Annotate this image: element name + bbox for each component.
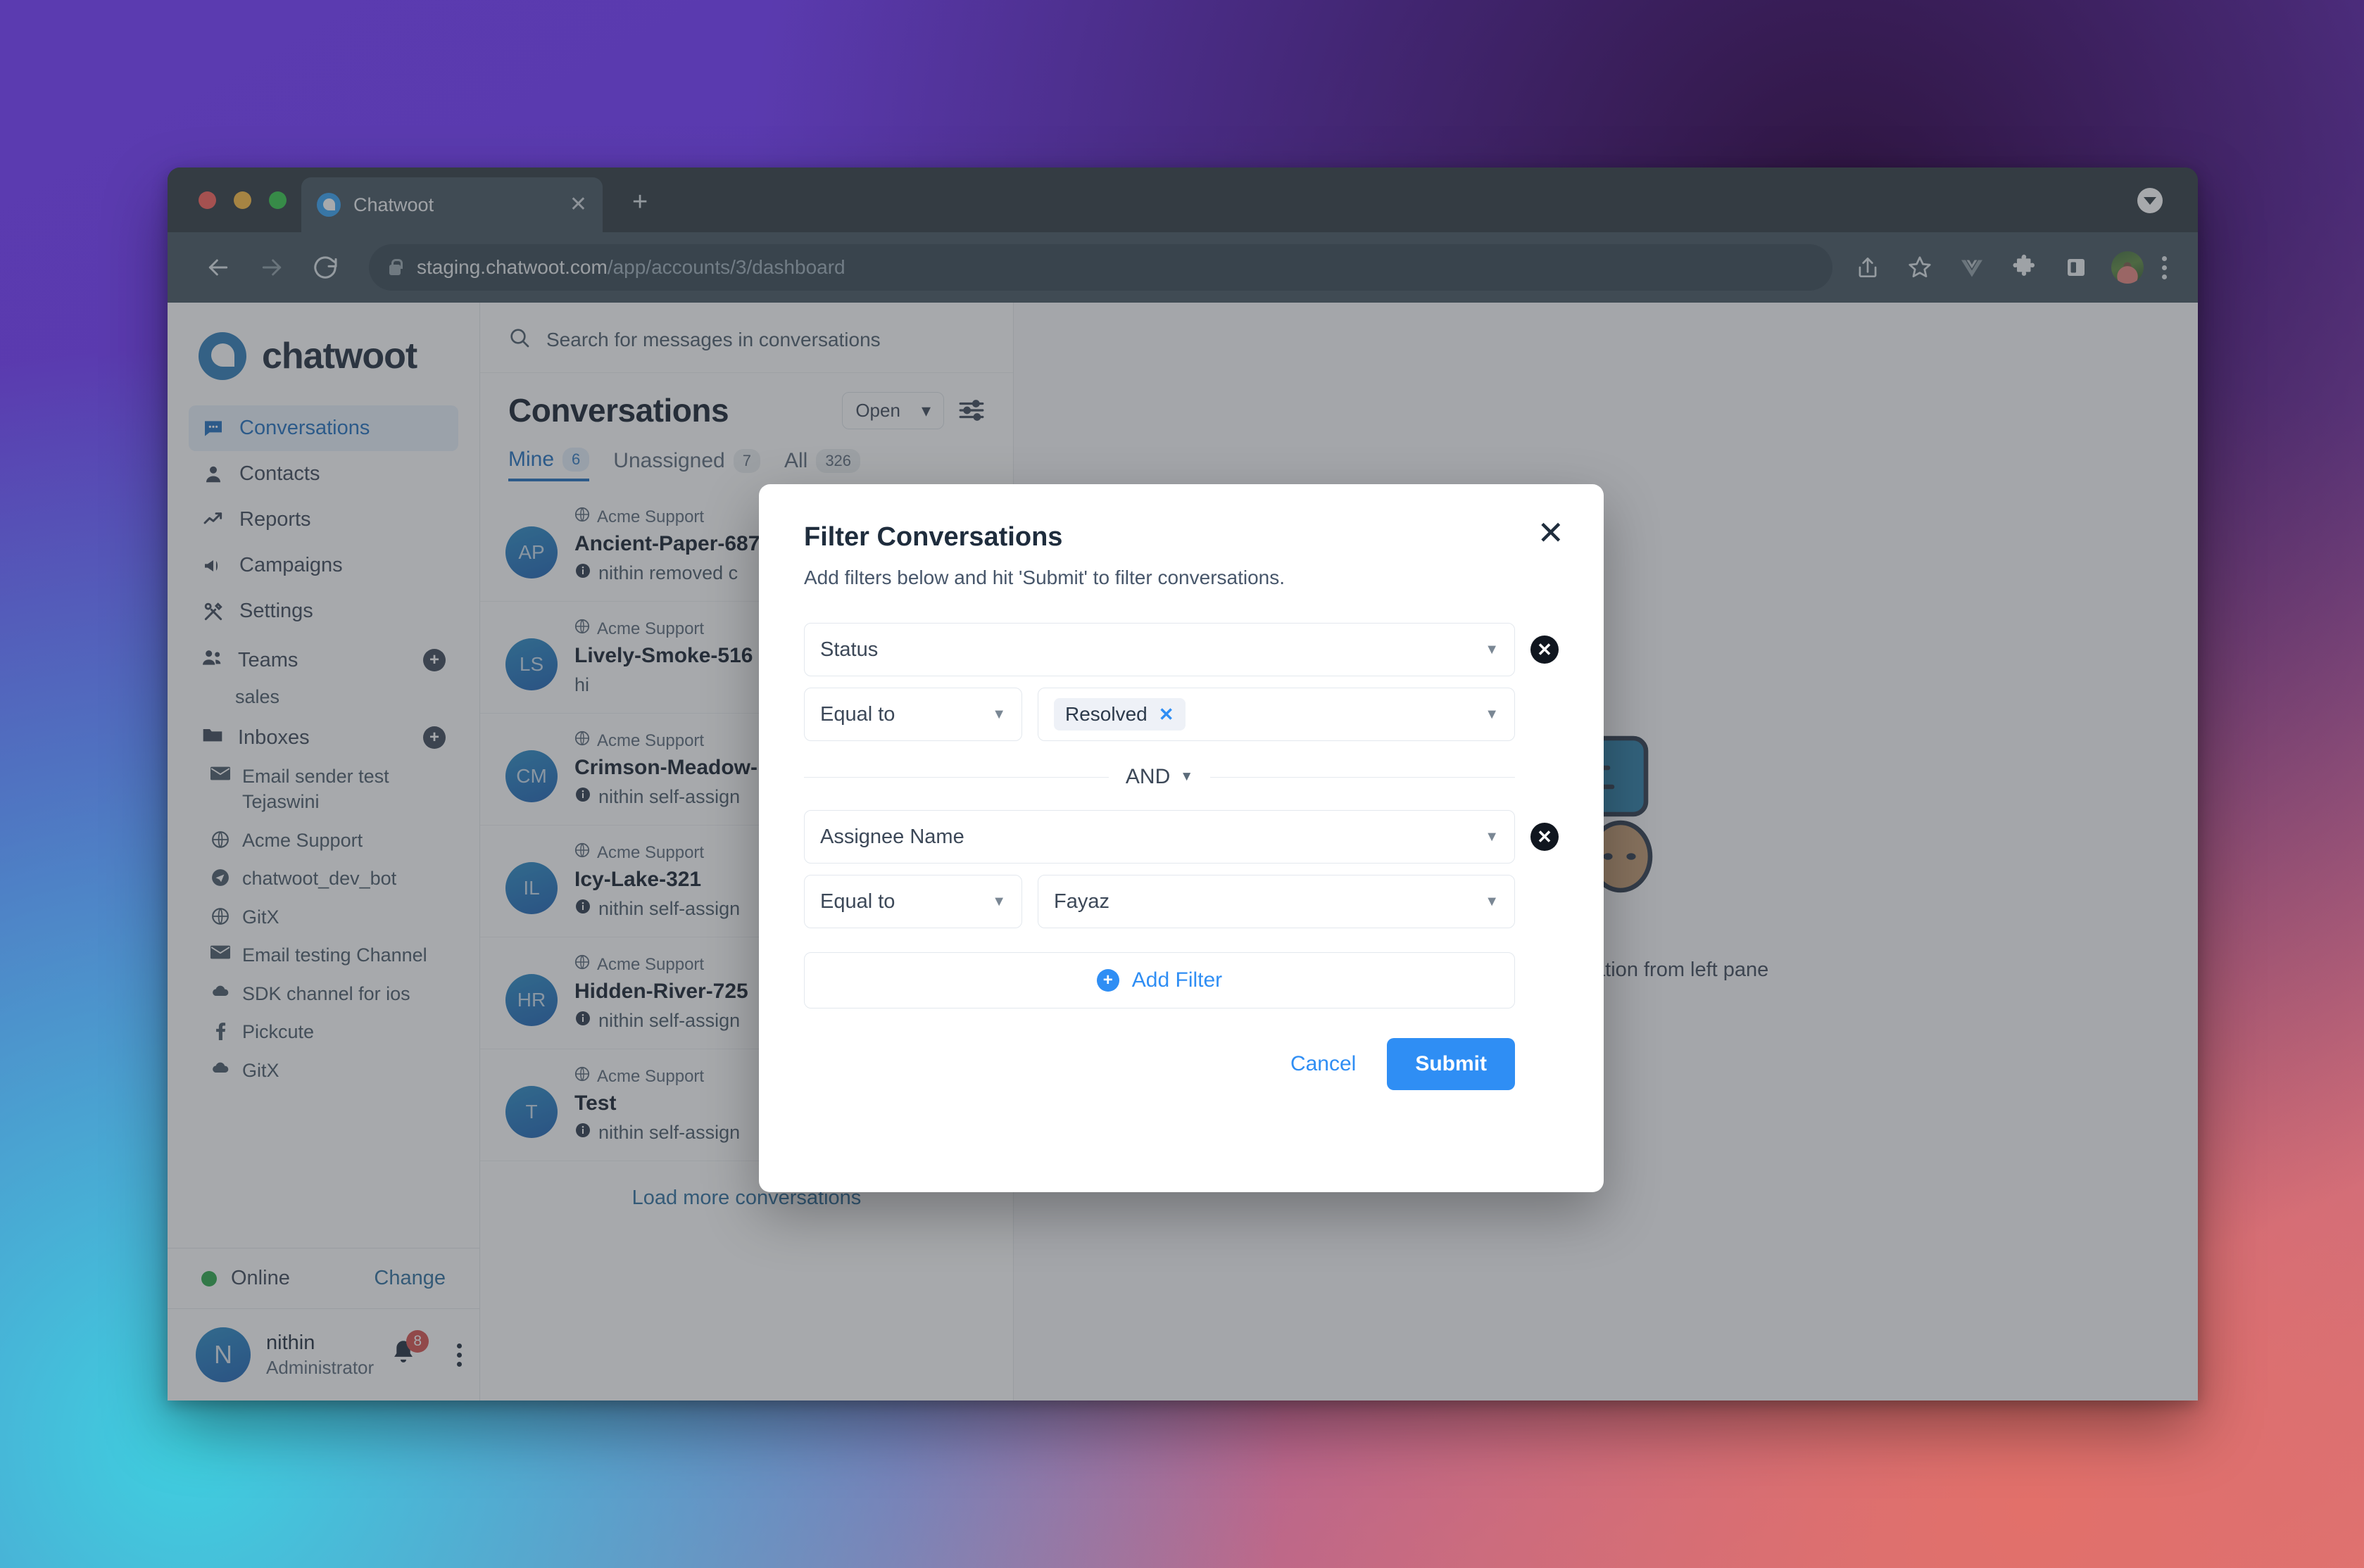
filter-attribute-select-1[interactable]: Status ▼ bbox=[804, 623, 1515, 676]
filter-conjunction-row: AND ▼ bbox=[804, 765, 1559, 789]
filter-value-select-1[interactable]: Resolved ✕ ▼ bbox=[1038, 688, 1515, 741]
chevron-down-icon: ▼ bbox=[1485, 828, 1499, 845]
modal-footer: Cancel Submit bbox=[804, 1038, 1559, 1090]
cancel-button[interactable]: Cancel bbox=[1278, 1044, 1369, 1085]
filter-value-label-2: Fayaz bbox=[1054, 890, 1109, 913]
chevron-down-icon: ▼ bbox=[1485, 706, 1499, 722]
filter-conversations-modal: ✕ Filter Conversations Add filters below… bbox=[759, 484, 1604, 1192]
chevron-down-icon: ▼ bbox=[992, 706, 1006, 722]
filter-operator-select-1[interactable]: Equal to ▼ bbox=[804, 688, 1022, 741]
submit-button[interactable]: Submit bbox=[1387, 1038, 1515, 1090]
remove-filter-button-2[interactable]: ✕ bbox=[1530, 823, 1559, 851]
status-badge: Resolved ✕ bbox=[1054, 698, 1186, 731]
conjunction-value: AND bbox=[1125, 765, 1171, 788]
modal-title: Filter Conversations bbox=[804, 522, 1063, 552]
filter-value-chip-label-1: Resolved bbox=[1065, 703, 1148, 725]
chevron-down-icon: ▼ bbox=[1180, 769, 1194, 784]
divider-left bbox=[804, 776, 1109, 778]
add-filter-label: Add Filter bbox=[1131, 968, 1223, 992]
filter-group-2-condition-row: Equal to ▼ Fayaz ▼ bbox=[804, 875, 1559, 928]
conjunction-select[interactable]: AND ▼ bbox=[1126, 765, 1193, 789]
filter-value-select-2[interactable]: Fayaz ▼ bbox=[1038, 875, 1515, 928]
close-icon[interactable]: ✕ bbox=[1537, 517, 1564, 549]
filter-operator-value-1: Equal to bbox=[820, 702, 895, 726]
modal-subtitle: Add filters below and hit 'Submit' to fi… bbox=[804, 567, 1285, 588]
filter-group-2-attribute-row: Assignee Name ▼ ✕ bbox=[804, 810, 1559, 864]
divider-right bbox=[1210, 776, 1515, 778]
plus-icon: + bbox=[1096, 969, 1119, 992]
filter-group-1-condition-row: Equal to ▼ Resolved ✕ ▼ bbox=[804, 688, 1559, 741]
filter-attribute-value-2: Assignee Name bbox=[820, 825, 964, 848]
remove-chip-icon-1[interactable]: ✕ bbox=[1159, 704, 1174, 726]
add-filter-button[interactable]: + Add Filter bbox=[804, 952, 1515, 1009]
filter-attribute-value-1: Status bbox=[820, 638, 879, 661]
chevron-down-icon: ▼ bbox=[992, 893, 1006, 909]
chevron-down-icon: ▼ bbox=[1485, 893, 1499, 909]
filter-attribute-select-2[interactable]: Assignee Name ▼ bbox=[804, 810, 1515, 864]
chevron-down-icon: ▼ bbox=[1485, 641, 1499, 657]
filter-operator-select-2[interactable]: Equal to ▼ bbox=[804, 875, 1022, 928]
filter-operator-value-2: Equal to bbox=[820, 890, 895, 913]
filter-group-1-attribute-row: Status ▼ ✕ bbox=[804, 623, 1559, 676]
remove-filter-button-1[interactable]: ✕ bbox=[1530, 636, 1559, 664]
